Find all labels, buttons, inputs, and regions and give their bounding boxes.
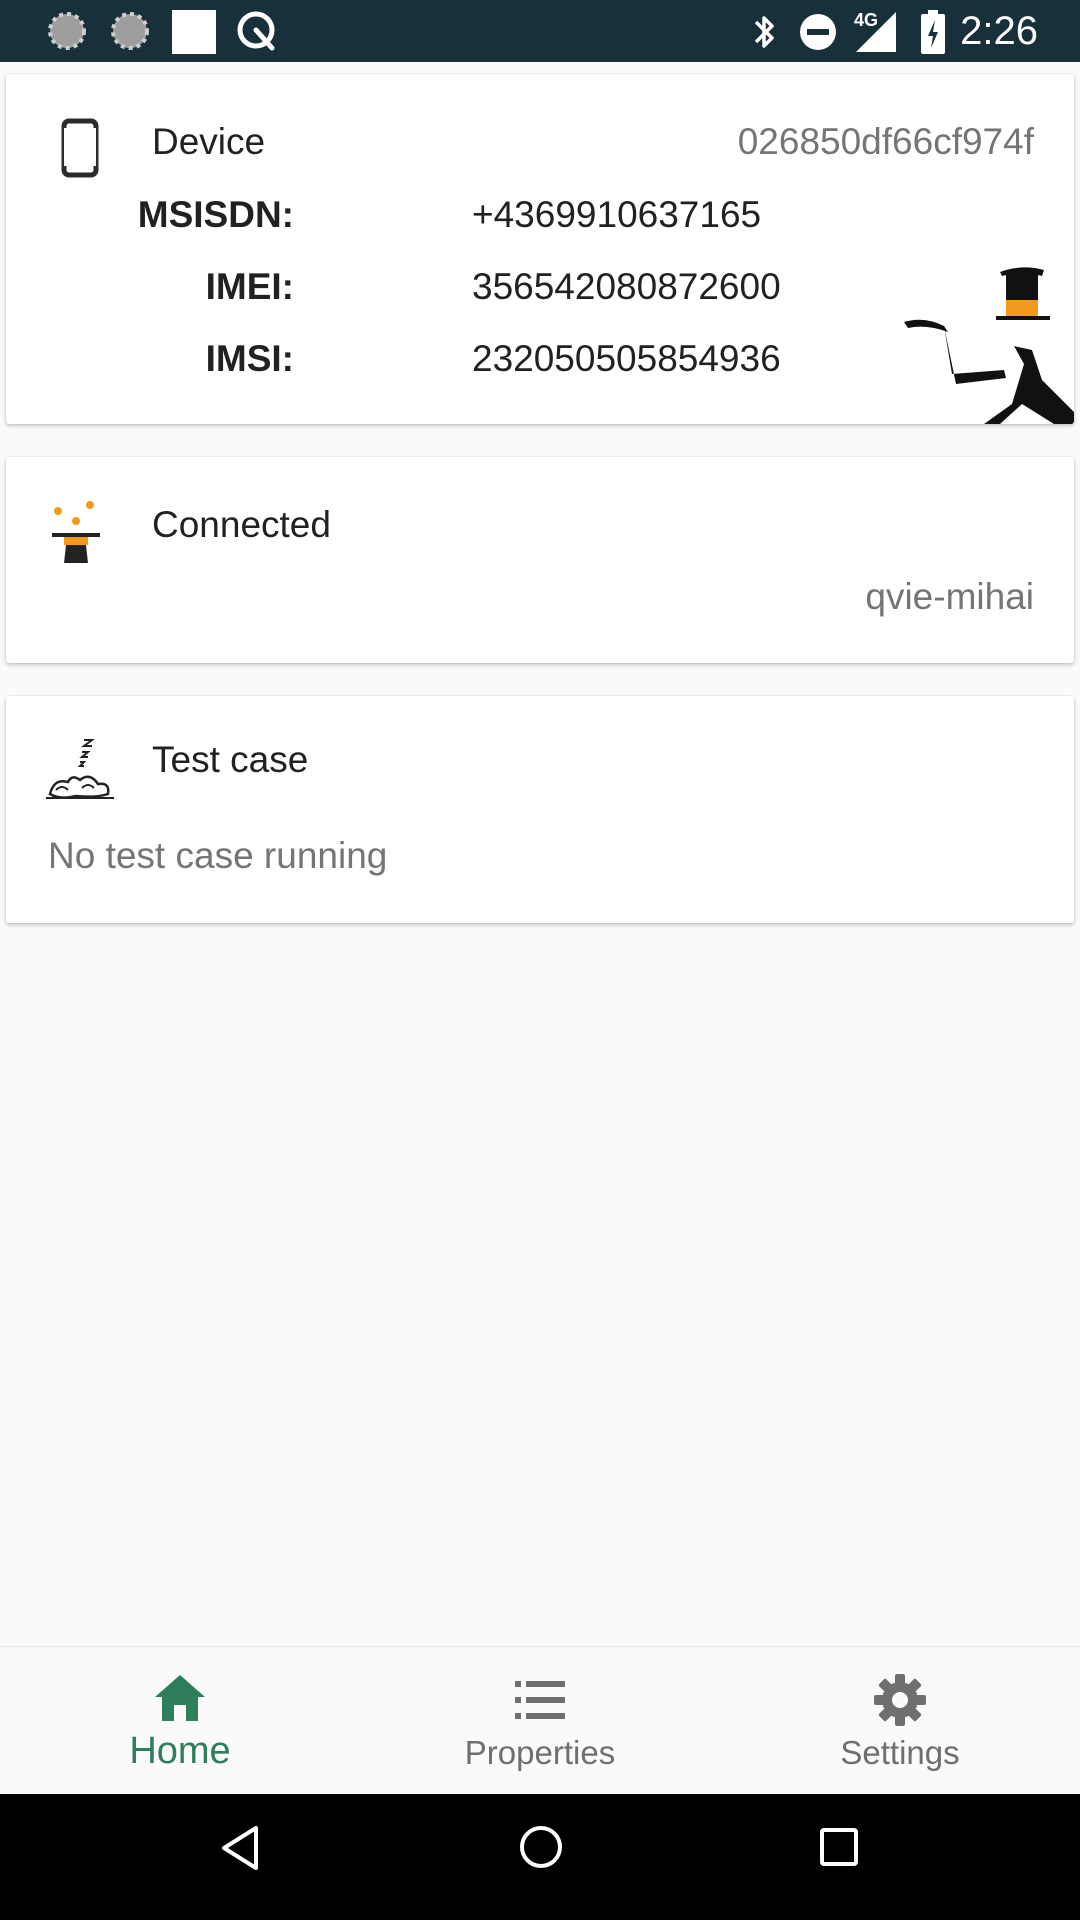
testcase-title: Test case <box>152 739 309 780</box>
magician-mascot-icon <box>904 267 1074 424</box>
gear-icon <box>874 1674 926 1726</box>
connection-host: qvie-mihai <box>865 576 1034 617</box>
bluetooth-icon <box>754 16 774 48</box>
bottom-navigation: Home Properties Settings <box>0 1646 1080 1795</box>
list-icon <box>515 1681 565 1719</box>
nav-settings-label: Settings <box>840 1734 960 1771</box>
system-navigation-bar <box>0 1794 1080 1920</box>
msisdn-row: MSISDN: +4369910637165 <box>6 190 906 240</box>
device-title: Device <box>152 121 266 162</box>
white-square-icon <box>172 10 216 54</box>
home-system-icon[interactable] <box>518 1824 564 1870</box>
testcase-status: No test case running <box>48 835 388 876</box>
device-id: 026850df66cf974f <box>737 121 1034 162</box>
network-type-label: 4G <box>854 10 879 30</box>
imei-row: IMEI: 356542080872600 <box>6 262 906 312</box>
do-not-disturb-icon <box>800 14 836 50</box>
battery-charging-icon <box>921 10 945 54</box>
msisdn-label: MSISDN: <box>137 194 294 235</box>
nav-properties[interactable]: Properties <box>360 1647 720 1795</box>
device-card: Device 026850df66cf974f MSISDN: +4369910… <box>6 74 1074 424</box>
imsi-value: 232050505854936 <box>472 338 781 379</box>
imei-value: 356542080872600 <box>472 266 781 307</box>
search-sync-icon <box>237 11 275 51</box>
nav-home[interactable]: Home <box>0 1647 360 1795</box>
status-clock: 2:26 <box>960 9 1038 53</box>
home-icon <box>155 1675 205 1721</box>
imsi-label: IMSI: <box>205 338 294 379</box>
sleeping-rabbit-icon <box>46 739 114 799</box>
msisdn-value: +4369910637165 <box>472 194 762 235</box>
recents-icon[interactable] <box>818 1826 860 1868</box>
imei-label: IMEI: <box>205 266 294 307</box>
status-bar: 4G 2:26 <box>0 0 1080 62</box>
testcase-card: Test case No test case running <box>6 696 1074 923</box>
connection-title: Connected <box>152 504 331 545</box>
back-icon[interactable] <box>218 1824 262 1872</box>
connection-card: Connected qvie-mihai <box>6 457 1074 663</box>
magic-hat-icon <box>52 501 100 563</box>
phone-icon <box>61 118 99 178</box>
nav-settings[interactable]: Settings <box>720 1647 1080 1795</box>
nav-properties-label: Properties <box>464 1734 616 1771</box>
loading-icon <box>111 12 149 50</box>
loading-icon <box>48 12 86 50</box>
nav-home-label: Home <box>129 1730 231 1772</box>
imsi-row: IMSI: 232050505854936 <box>6 334 906 384</box>
